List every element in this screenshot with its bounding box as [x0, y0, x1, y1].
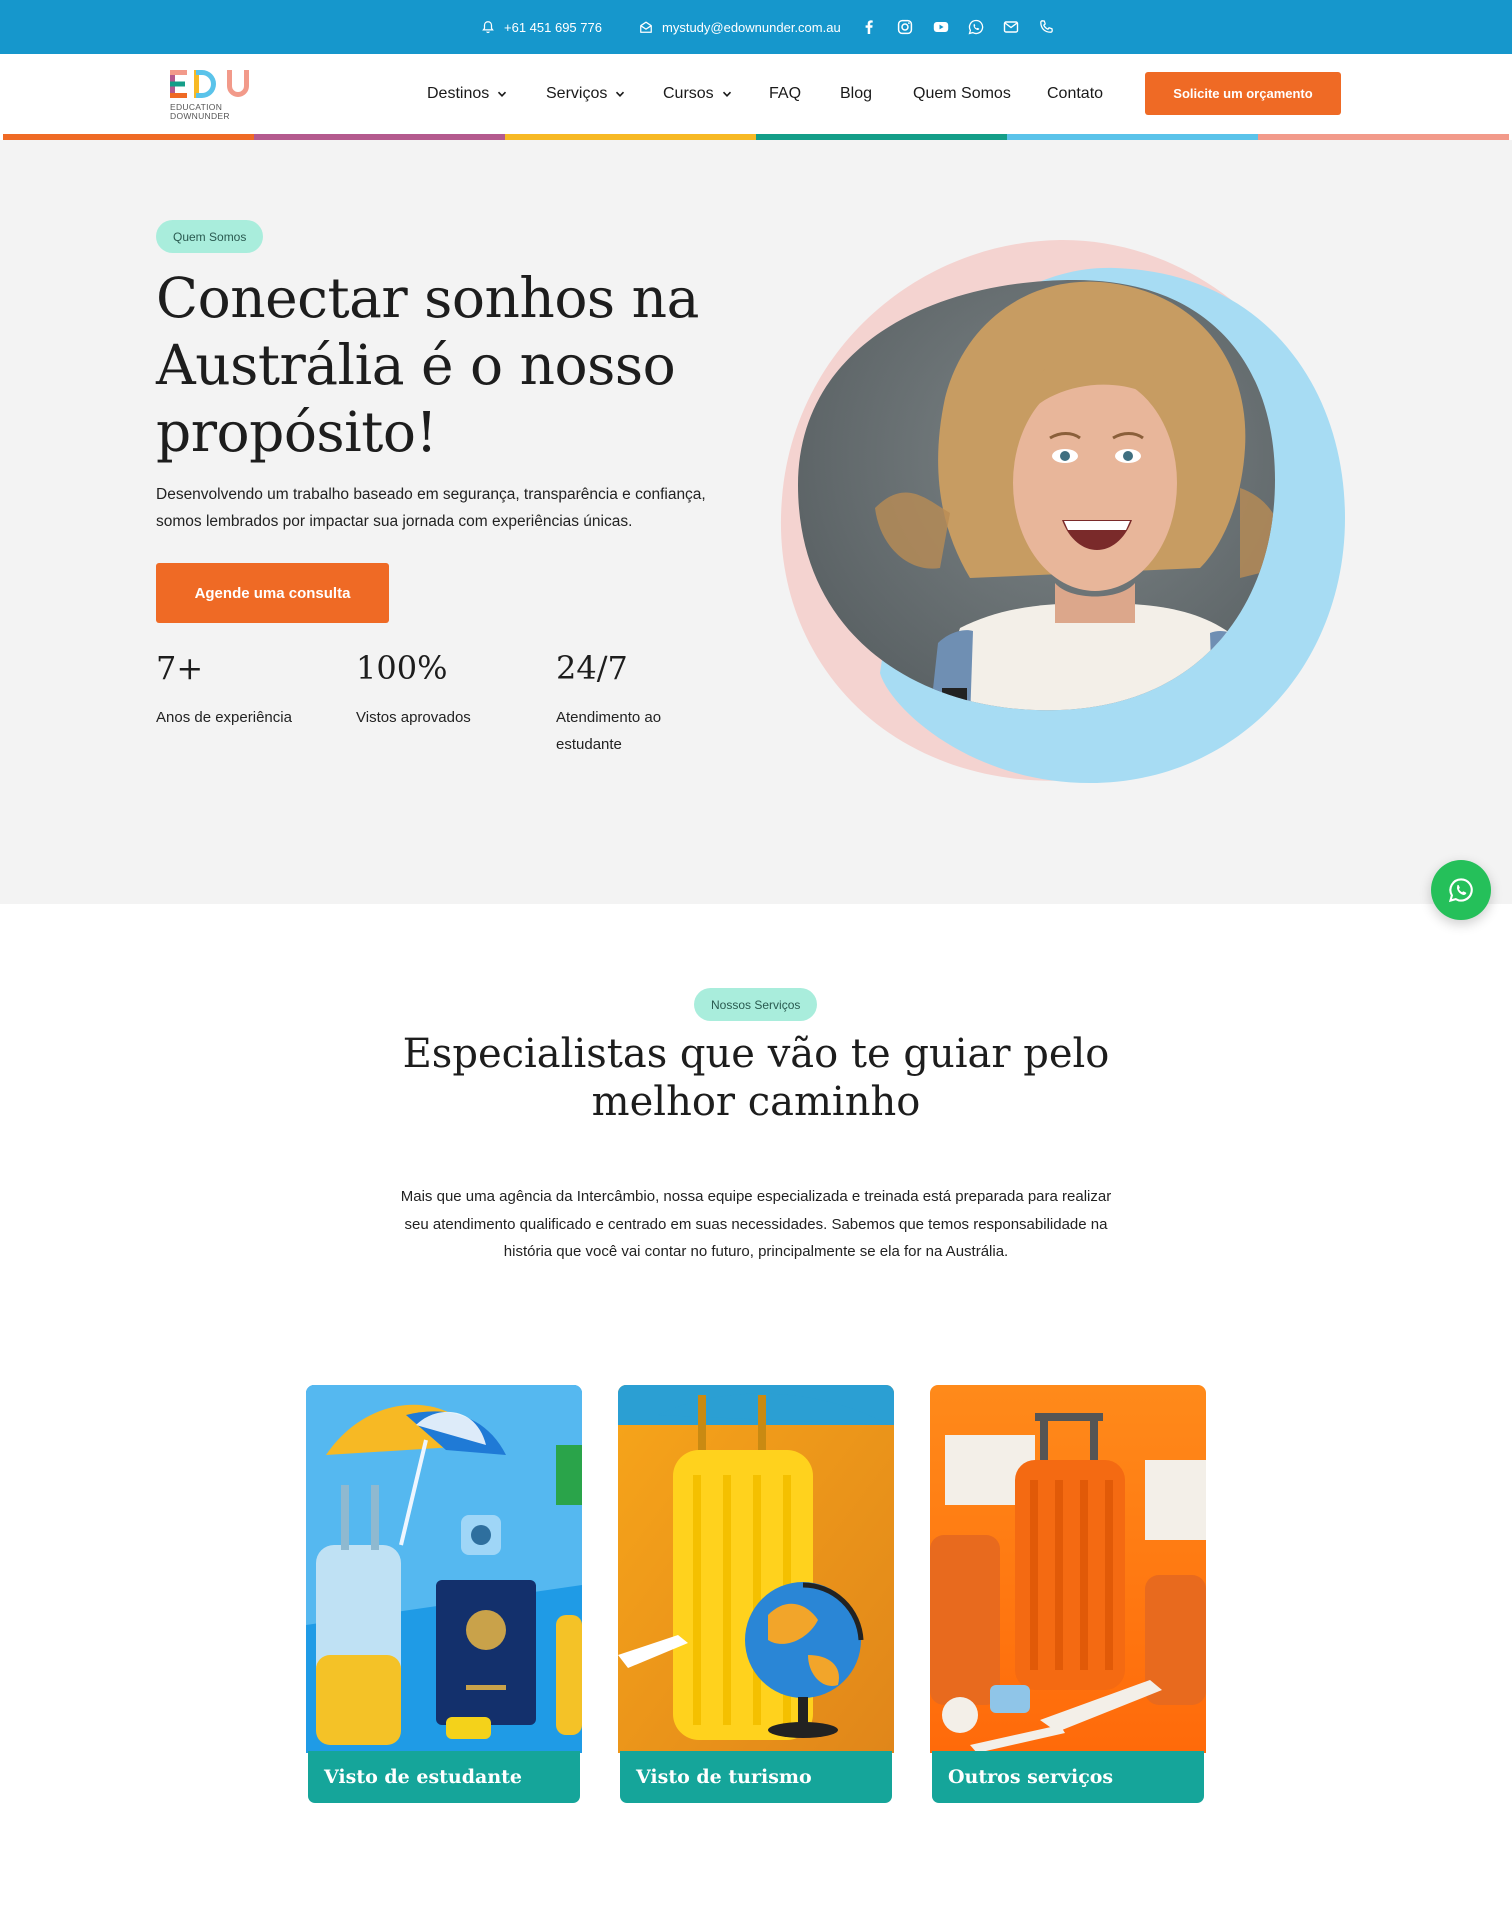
service-card-student-visa[interactable]: Visto de estudante [306, 1385, 582, 1805]
request-quote-button[interactable]: Solicite um orçamento [1145, 72, 1341, 115]
hero-student-photo [780, 239, 1345, 783]
nav-contato[interactable]: Contato [1047, 54, 1103, 134]
nav-label: Serviços [546, 85, 608, 102]
bell-icon [482, 21, 494, 34]
nav-cursos[interactable]: Cursos [663, 54, 732, 134]
nav-servicos[interactable]: Serviços [546, 54, 625, 134]
services-badge: Nossos Serviços [694, 988, 818, 1021]
logo-subtitle: EDUCATION DOWNUNDER [170, 103, 270, 121]
mail-icon[interactable] [1001, 17, 1021, 37]
edu-logo-mark [170, 70, 249, 98]
nav-label: Destinos [427, 85, 490, 102]
nav-destinos[interactable]: Destinos [427, 54, 507, 134]
phone-icon[interactable] [1036, 17, 1056, 37]
hero-title: Conectar sonhos na Austrália é o nosso p… [156, 266, 699, 464]
envelope-open-icon [640, 21, 652, 33]
phone-text: +61 451 695 776 [504, 19, 602, 35]
chevron-down-icon [616, 91, 625, 97]
nav-blog[interactable]: Blog [840, 54, 872, 134]
phone-link[interactable]: +61 451 695 776 [481, 0, 602, 54]
service-card-tourist-visa[interactable]: Visto de turismo [618, 1385, 894, 1805]
nav-label: Blog [840, 85, 873, 102]
logo-subtitle-line-2: DOWNUNDER [170, 111, 230, 121]
email-text: mystudy@edownunder.com.au [662, 19, 841, 35]
nav-label: Contato [1047, 85, 1104, 102]
whatsapp-float-button[interactable] [1431, 860, 1491, 920]
hero-badge: Quem Somos [156, 220, 264, 253]
stat-years: 7+ Anos de experiência [156, 648, 336, 731]
instagram-icon[interactable] [895, 17, 915, 37]
nav-quem-somos[interactable]: Quem Somos [913, 54, 1011, 134]
chevron-down-icon [498, 91, 507, 97]
youtube-icon[interactable] [931, 17, 951, 37]
card-label: Outros serviços [932, 1751, 1204, 1803]
stat-value: 7+ [156, 649, 204, 687]
nav-label: Quem Somos [913, 85, 1011, 102]
service-card-other-services[interactable]: Outros serviços [930, 1385, 1206, 1805]
facebook-icon[interactable] [859, 17, 879, 37]
tourist-visa-image [618, 1385, 894, 1753]
nav-faq[interactable]: FAQ [769, 54, 801, 134]
chevron-down-icon [722, 91, 731, 97]
main-header: EDUCATION DOWNUNDER Destinos Serviços Cu… [0, 54, 1512, 134]
edu-logo[interactable]: EDUCATION DOWNUNDER [170, 68, 270, 124]
stat-label: Vistos aprovados [356, 709, 471, 726]
nav-label: Cursos [663, 85, 714, 102]
stat-label: Anos de experiência [156, 709, 292, 726]
card-label: Visto de estudante [308, 1751, 580, 1803]
top-contact-bar: +61 451 695 776 mystudy@edownunder.com.a… [0, 0, 1512, 54]
schedule-consultation-button[interactable]: Agende uma consulta [156, 563, 389, 623]
services-title: Especialistas que vão te guiar pelo melh… [402, 1031, 1110, 1125]
hero-section: Quem Somos Conectar sonhos na Austrália … [0, 140, 1512, 904]
stat-value: 100% [356, 649, 448, 687]
services-description: Mais que uma agência da Intercâmbio, nos… [400, 1188, 1112, 1260]
stat-label: Atendimento ao estudante [556, 709, 662, 753]
student-visa-image [306, 1385, 582, 1753]
hero-description: Desenvolvendo um trabalho baseado em seg… [156, 486, 706, 530]
stat-visas: 100% Vistos aprovados [356, 648, 536, 731]
stat-support: 24/7 Atendimento ao estudante [556, 648, 706, 758]
email-link[interactable]: mystudy@edownunder.com.au [639, 0, 841, 54]
card-label: Visto de turismo [620, 1751, 892, 1803]
stat-value: 24/7 [556, 649, 628, 687]
other-services-image [930, 1385, 1206, 1753]
whatsapp-icon[interactable] [966, 17, 986, 37]
whatsapp-icon [1448, 878, 1473, 903]
nav-label: FAQ [769, 85, 802, 102]
